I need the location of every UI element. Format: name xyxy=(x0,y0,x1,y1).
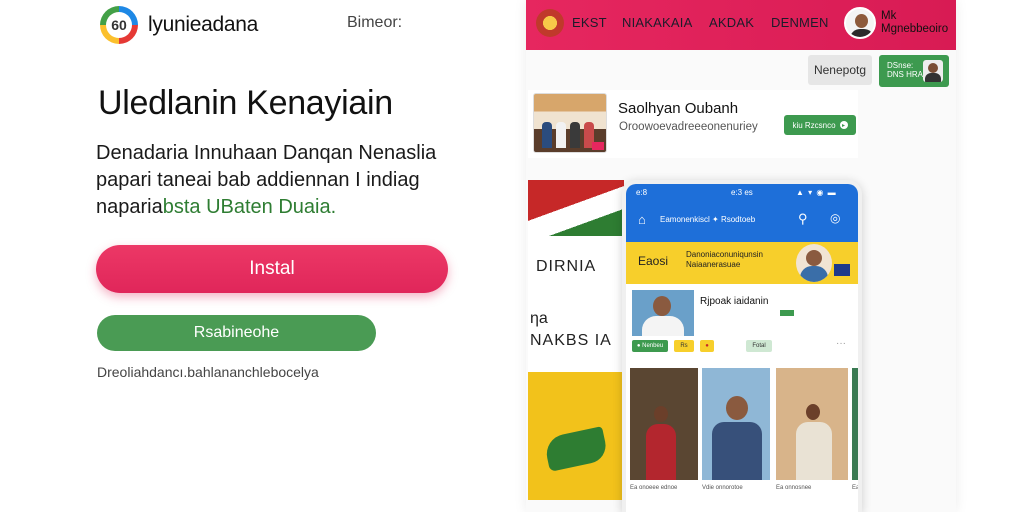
description-line-1: Denadaria Innuhaan Danqan Nenaslia xyxy=(96,142,437,164)
phone-app-title: Eamonenkiscl ✦ Rsodtoeb xyxy=(660,215,756,224)
toolbar-search-button[interactable]: Nenepotg xyxy=(808,55,872,85)
phone-banner[interactable]: Eaosi Danoniaconuniqunsin Naiaanerasuae xyxy=(626,242,858,284)
photo-gallery: Ea onoeee ednoe Vdie onnorotoe Ea onnosn… xyxy=(630,368,860,508)
avatar-body xyxy=(850,29,874,37)
side-promo-text-1: DIRNIA xyxy=(536,258,597,275)
nav-item-4[interactable]: DENMEN xyxy=(771,15,829,30)
phone-status-left: e:8 xyxy=(636,188,648,197)
install-button[interactable]: Instal xyxy=(96,245,448,293)
more-icon[interactable]: ··· xyxy=(836,338,846,349)
top-navbar: EKST NIAKAKAIA AKDAK DENMEN Mk Mgnebbeoi… xyxy=(526,0,956,50)
avatar[interactable] xyxy=(844,7,876,39)
featured-thumbnail xyxy=(533,93,607,153)
description-line-2: papari taneai bab addiennan I indiag xyxy=(96,169,420,191)
nav-item-1[interactable]: EKST xyxy=(572,15,607,30)
description-line-3-a: naparia xyxy=(96,196,163,218)
profile-label[interactable]: Mk Mgnebbeoiro xyxy=(881,10,948,36)
featured-button[interactable]: kiu Rzcsnco ▸ xyxy=(784,115,856,135)
home-icon[interactable]: ⌂ xyxy=(638,212,654,227)
phone-header: e:8 e:3 es ▲ ▾ ◉ ▬ ⌂ Eamonenkiscl ✦ Rsod… xyxy=(626,184,858,242)
chip-3[interactable]: ● xyxy=(700,340,714,352)
chip-2[interactable]: Rs xyxy=(674,340,694,352)
headline: Uledlanin Kenayiain xyxy=(98,84,393,122)
featured-card[interactable]: Saolhyan Oubanh Oroowoevadreeeonenuriey … xyxy=(528,90,858,158)
description-highlight: bsta UBaten Duaia. xyxy=(162,196,337,218)
profile-line-1: Mk xyxy=(881,10,897,22)
gallery-caption-2: Vdie onnorotoe xyxy=(702,485,743,491)
app-preview: EKST NIAKAKAIA AKDAK DENMEN Mk Mgnebbeoi… xyxy=(526,0,956,512)
brand-logo-icon: 60 xyxy=(100,6,138,44)
side-promo-text-2: ƞa xyxy=(530,310,548,327)
screen: 60 lyunieadana Bimeor: Uledlanin Kenayia… xyxy=(0,0,1024,512)
banner-label: Eaosi xyxy=(638,254,669,268)
gallery-caption-4: Ea xyxy=(852,485,860,491)
gallery-photo-2[interactable] xyxy=(702,368,770,480)
gallery-photo-3[interactable] xyxy=(776,368,848,480)
arrow-icon: ▸ xyxy=(839,121,848,129)
featured-button-label: kiu Rzcsnco xyxy=(792,120,836,130)
profile-line-2: Mgnebbeoiro xyxy=(881,23,949,35)
garuda-emblem-icon[interactable] xyxy=(536,9,564,37)
top-link[interactable]: Bimeor: xyxy=(347,14,402,32)
side-promo-text-3: NAKBS IA xyxy=(530,332,612,349)
toolbar-green-button[interactable]: DSnse: DNS HRA xyxy=(879,55,949,87)
brand[interactable]: 60 lyunieadana xyxy=(100,6,258,44)
footnote: Dreoliahdancı.bahlananchlebocelya xyxy=(97,364,319,380)
nav-item-3[interactable]: AKDAK xyxy=(709,15,754,30)
secondary-button[interactable]: Rsabineohe xyxy=(97,315,376,351)
banner-avatar xyxy=(796,244,832,282)
gallery-photo-1[interactable] xyxy=(630,368,698,480)
flag-graphic xyxy=(528,180,624,236)
banner-badge-icon xyxy=(834,264,850,276)
description-line-3: napariabsta UBaten Duaia. xyxy=(96,194,476,221)
banner-text: Danoniaconuniqunsin Naiaanerasuae xyxy=(686,250,763,269)
post-title: Rjpoak iaidanin xyxy=(700,296,769,307)
featured-title: Saolhyan Oubanh xyxy=(618,100,739,117)
post-thumbnail xyxy=(632,290,694,336)
brand-name: lyunieadana xyxy=(148,13,258,36)
description: Denadaria Innuhaan Danqan Nenaslia papar… xyxy=(96,140,476,221)
promo-panel: 60 lyunieadana Bimeor: Uledlanin Kenayia… xyxy=(0,0,506,512)
featured-subtitle: Oroowoevadreeeonenuriey xyxy=(619,121,758,133)
brand-logo-text: 60 xyxy=(106,12,132,38)
signal-icons: ▲ ▾ ◉ ▬ xyxy=(796,188,837,197)
gallery-caption-3: Ea onnosnee xyxy=(776,485,812,491)
gallery-photo-4[interactable] xyxy=(852,368,858,480)
nav-item-2[interactable]: NIAKAKAIA xyxy=(622,15,692,30)
phone-status-time: e:3 es xyxy=(731,188,753,197)
mini-avatar xyxy=(923,60,943,82)
phone-post[interactable]: Rjpoak iaidanin ● Nenbeu Rs ● Fotal ··· xyxy=(630,288,854,358)
gallery-caption-1: Ea onoeee ednoe xyxy=(630,485,678,491)
search-icon[interactable]: ⚲ xyxy=(798,211,808,227)
yellow-graphic xyxy=(528,372,624,500)
post-tag xyxy=(780,310,794,316)
chip-1[interactable]: ● Nenbeu xyxy=(632,340,668,352)
avatar-face xyxy=(855,14,868,28)
chat-icon[interactable]: ◎ xyxy=(830,211,840,225)
chip-4[interactable]: Fotal xyxy=(746,340,772,352)
phone-mockup: e:8 e:3 es ▲ ▾ ◉ ▬ ⌂ Eamonenkiscl ✦ Rsod… xyxy=(622,180,862,512)
side-promo: DIRNIA ƞa NAKBS IA xyxy=(528,180,624,500)
